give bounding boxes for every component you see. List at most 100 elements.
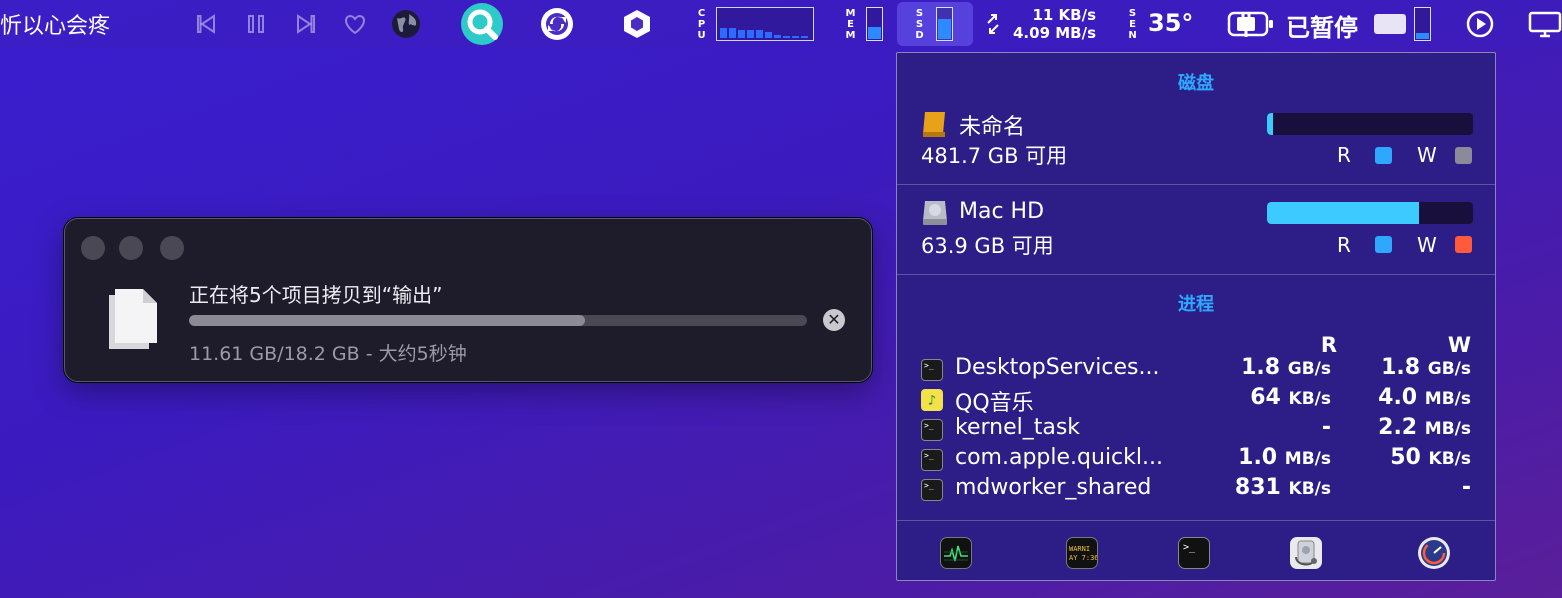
network-arrows-icon[interactable]	[984, 0, 1002, 48]
battery-pill[interactable]	[1374, 14, 1406, 34]
rate-value: -	[1461, 475, 1471, 500]
write-indicator	[1455, 147, 1472, 164]
battery-charging-icon[interactable]	[1226, 0, 1276, 48]
ssd-activity-bar[interactable]	[936, 7, 953, 41]
ssd-menu-item[interactable]	[897, 2, 973, 46]
disk-name: Mac HD	[959, 199, 1045, 224]
cpu-history-bar	[801, 36, 808, 38]
rate-unit: MB/s	[1424, 389, 1471, 409]
process-row[interactable]: >_ kernel_task - 2.2 MB/s	[921, 415, 1481, 445]
sync-icon[interactable]	[538, 0, 576, 48]
write-column-header: W	[1447, 333, 1471, 357]
copy-status-text: 11.61 GB/18.2 GB - 大约5秒钟	[189, 343, 467, 365]
process-write: 2.2 MB/s	[1321, 415, 1471, 440]
rate-unit: KB/s	[1428, 449, 1471, 469]
stop-copy-button[interactable]: ✕	[823, 309, 845, 331]
disk-usage-bar	[1267, 202, 1473, 224]
process-read: 64 KB/s	[1181, 385, 1331, 410]
read-indicator	[1375, 147, 1392, 164]
battery-level-bar[interactable]	[1414, 7, 1431, 41]
copy-progress-fill	[189, 315, 585, 326]
write-indicator	[1455, 236, 1472, 253]
document-icon	[105, 287, 161, 351]
disk-free-space: 63.9 GB 可用	[921, 234, 1054, 258]
read-indicator	[1375, 236, 1392, 253]
read-label: R	[1337, 143, 1351, 167]
process-write: -	[1321, 475, 1471, 500]
process-read: 831 KB/s	[1181, 475, 1331, 500]
previous-track-icon[interactable]	[192, 0, 220, 48]
close-window-button[interactable]	[81, 236, 105, 260]
process-name: QQ音乐	[955, 391, 1034, 416]
battery-level-fill	[1416, 33, 1429, 39]
rate-value: 831	[1234, 475, 1281, 500]
rate-unit: MB/s	[1424, 419, 1471, 439]
disk-utility-icon[interactable]	[1290, 537, 1322, 569]
now-playing-title[interactable]: 忻以心会疼	[0, 0, 110, 48]
activity-monitor-icon[interactable]	[940, 537, 972, 569]
terminal-icon: >_	[921, 479, 943, 501]
disk-usage-bar	[1267, 113, 1473, 135]
divider	[897, 520, 1495, 521]
disk-usage-fill	[1267, 202, 1420, 224]
console-icon[interactable]: WARNI AY 7:36	[1066, 537, 1098, 569]
cpu-history-bar	[729, 28, 736, 38]
terminal-icon: >_	[921, 419, 943, 441]
qq-music-icon: ♪	[921, 389, 943, 411]
cpu-label[interactable]: CPU	[694, 0, 708, 48]
cpu-history-bar	[765, 32, 772, 38]
rate-value: 1.8	[1241, 355, 1281, 380]
cpu-usage-graph[interactable]	[716, 7, 814, 41]
ssd-label[interactable]: SSD	[912, 0, 926, 48]
cpu-history-bar	[747, 30, 754, 38]
internal-drive-icon	[921, 199, 949, 227]
ssd-level-fill	[938, 18, 951, 39]
divider	[897, 184, 1495, 185]
process-row[interactable]: ♪ QQ音乐 64 KB/s 4.0 MB/s	[921, 385, 1481, 416]
zoom-window-button[interactable]	[160, 236, 184, 260]
process-write: 50 KB/s	[1321, 445, 1471, 470]
sensor-label[interactable]: SEN	[1125, 0, 1139, 48]
rate-value: 50	[1390, 445, 1421, 470]
process-write: 4.0 MB/s	[1321, 385, 1471, 410]
minimize-window-button[interactable]	[119, 236, 143, 260]
rate-value: 4.0	[1378, 385, 1418, 410]
copy-title: 正在将5个项目拷贝到“输出”	[189, 283, 443, 307]
read-column-header: R	[1320, 333, 1337, 357]
process-row[interactable]: >_ DesktopServices... 1.8 GB/s 1.8 GB/s	[921, 355, 1481, 385]
next-track-icon[interactable]	[292, 0, 320, 48]
external-drive-icon	[921, 110, 949, 138]
display-icon[interactable]	[1528, 0, 1562, 48]
network-speed[interactable]: 11 KB/s 4.09 MB/s	[1006, 6, 1096, 42]
write-label: W	[1417, 233, 1437, 257]
cpu-history-bar	[783, 36, 790, 38]
process-row[interactable]: >_ mdworker_shared 831 KB/s -	[921, 475, 1481, 505]
process-name: DesktopServices...	[955, 355, 1160, 380]
cpu-history-bar	[738, 30, 745, 38]
cpu-history-bar	[792, 36, 799, 38]
globe-icon[interactable]	[390, 0, 422, 48]
process-write: 1.8 GB/s	[1321, 355, 1471, 380]
pause-icon[interactable]	[242, 0, 270, 48]
disk-name: 未命名	[959, 115, 1026, 140]
process-name: kernel_task	[955, 415, 1081, 440]
rate-value: 2.2	[1378, 415, 1418, 440]
hexagon-icon[interactable]	[620, 0, 654, 48]
process-name: com.apple.quickl...	[955, 445, 1163, 470]
process-row[interactable]: >_ com.apple.quickl... 1.0 MB/s 50 KB/s	[921, 445, 1481, 475]
system-information-icon[interactable]	[1418, 537, 1450, 569]
rate-value: 1.8	[1381, 355, 1421, 380]
process-read: 1.8 GB/s	[1181, 355, 1331, 380]
mem-label[interactable]: MEM	[843, 0, 857, 48]
process-read: -	[1181, 415, 1331, 440]
heart-icon[interactable]	[340, 0, 370, 48]
play-circle-icon[interactable]	[1464, 0, 1496, 48]
memory-usage-bar[interactable]	[866, 7, 883, 41]
paused-status[interactable]: 已暂停	[1286, 8, 1358, 43]
read-label: R	[1337, 233, 1351, 257]
cpu-history-bar	[720, 28, 727, 38]
search-app-icon[interactable]	[458, 0, 506, 48]
download-speed: 4.09 MB/s	[1013, 24, 1096, 42]
terminal-icon[interactable]: >_	[1178, 537, 1210, 569]
temperature-value[interactable]: 35°	[1148, 9, 1193, 37]
